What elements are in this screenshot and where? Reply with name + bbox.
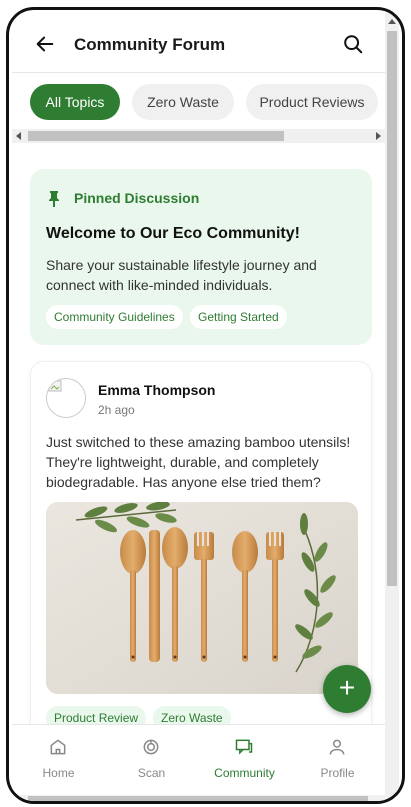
post-author[interactable]: Emma Thompson (98, 382, 215, 398)
user-icon (329, 739, 345, 755)
topic-chips: All Topics Zero Waste Product Reviews (12, 84, 385, 122)
pinned-discussion-card[interactable]: Pinned Discussion Welcome to Our Eco Com… (30, 169, 372, 345)
nav-profile-label: Profile (320, 766, 355, 780)
pinned-label: Pinned Discussion (74, 190, 200, 206)
chips-scrollbar[interactable] (12, 129, 385, 143)
chip-zero-waste[interactable]: Zero Waste (132, 84, 234, 120)
vertical-scrollbar[interactable] (385, 13, 399, 798)
broken-image-icon (48, 380, 62, 392)
avatar[interactable] (46, 378, 86, 418)
search-icon[interactable] (342, 33, 364, 55)
tag-getting-started[interactable]: Getting Started (190, 305, 287, 329)
arrow-left-icon[interactable] (34, 33, 56, 55)
scroll-right-arrow-icon[interactable] (376, 132, 381, 140)
chip-all-topics[interactable]: All Topics (30, 84, 120, 120)
plus-icon: + (338, 672, 356, 703)
nav-profile[interactable]: Profile (291, 725, 384, 798)
home-icon (50, 739, 66, 755)
page-title: Community Forum (74, 35, 226, 54)
post-text: Just switched to these amazing bamboo ut… (46, 434, 351, 490)
tag-community-guidelines[interactable]: Community Guidelines (46, 305, 183, 329)
pinned-title: Welcome to Our Eco Community! (46, 225, 300, 242)
header: Community Forum (12, 13, 385, 73)
chip-product-reviews[interactable]: Product Reviews (246, 84, 378, 120)
bottom-scrollbar-thumb[interactable] (28, 796, 368, 801)
phone-frame: Community Forum All Topics Zero Waste Pr… (6, 7, 405, 804)
bottom-nav: Home Scan Community Profile (12, 724, 385, 798)
nav-community-label: Community (214, 766, 275, 780)
scroll-left-arrow-icon[interactable] (16, 132, 21, 140)
pin-icon (49, 191, 59, 207)
scrollbar-thumb[interactable] (28, 131, 284, 141)
post-card[interactable]: Emma Thompson 2h ago Just switched to th… (30, 361, 372, 741)
nav-community[interactable]: Community (198, 725, 291, 798)
nav-home-label: Home (42, 766, 75, 780)
nav-scan[interactable]: Scan (105, 725, 198, 798)
nav-home[interactable]: Home (12, 725, 105, 798)
pinned-description: Share your sustainable lifestyle journey… (46, 257, 317, 293)
bamboo-utensils-image (46, 502, 358, 694)
scroll-up-arrow-icon[interactable] (388, 19, 396, 24)
scan-icon (143, 739, 159, 755)
nav-scan-label: Scan (137, 766, 166, 780)
chat-icon (235, 739, 253, 755)
post-time: 2h ago (98, 403, 135, 417)
post-image[interactable] (46, 502, 358, 694)
new-post-button[interactable]: + (323, 665, 371, 713)
screen: Community Forum All Topics Zero Waste Pr… (12, 13, 385, 798)
bottom-horizontal-scrollbar[interactable] (12, 795, 385, 801)
vertical-scrollbar-thumb[interactable] (387, 31, 397, 586)
